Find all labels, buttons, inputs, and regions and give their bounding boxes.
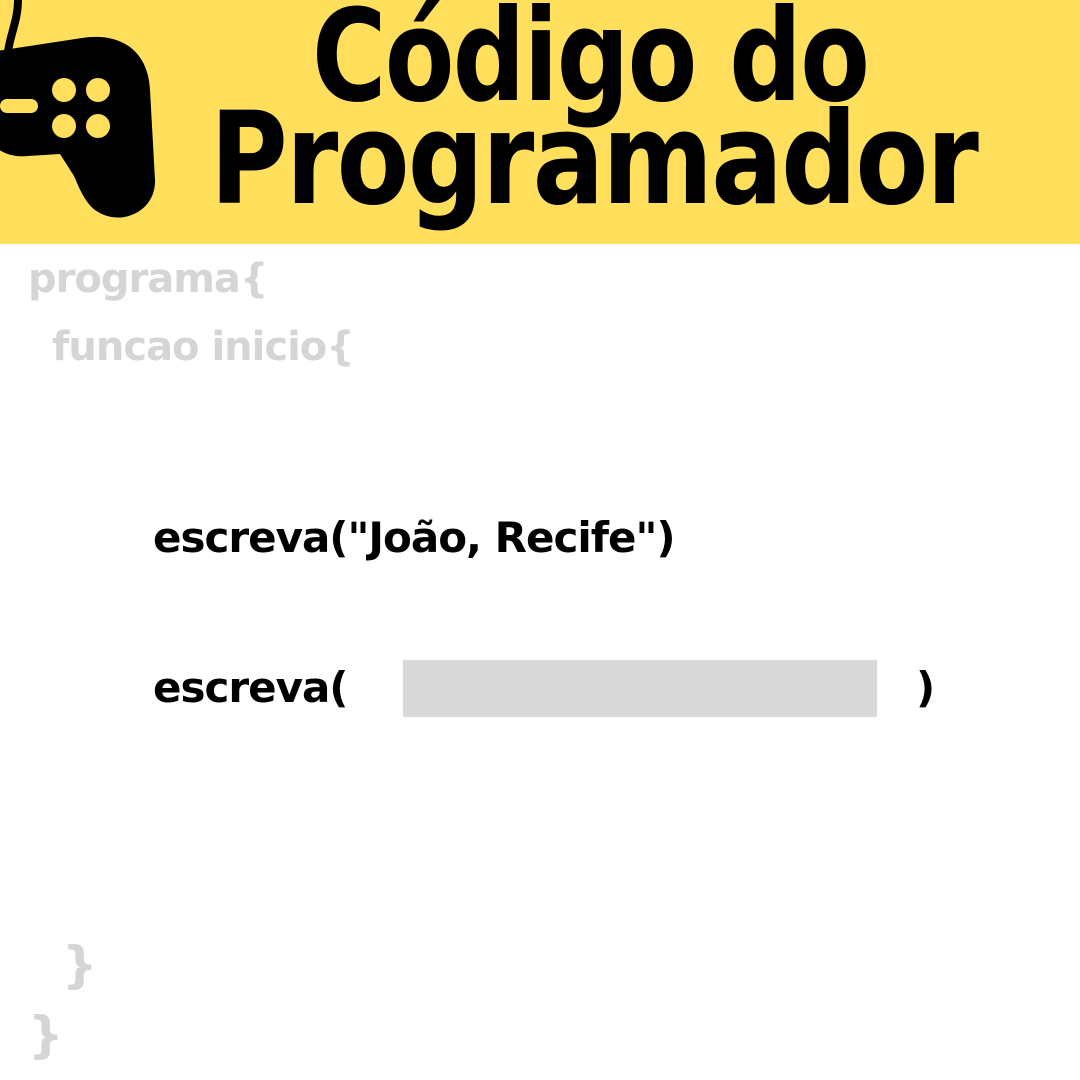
answer-blank[interactable] (403, 660, 877, 717)
gamepad-icon (0, 0, 156, 218)
code-funcao-line: funcao inicio{ (52, 324, 355, 370)
code-statement-2-open: escreva( (153, 663, 348, 712)
header-banner: Código do Programador (0, 0, 1080, 244)
code-statement-2-close: ) (916, 663, 935, 712)
code-close-funcao: } (62, 936, 98, 994)
page-title-line-2: Programador (210, 84, 979, 234)
code-programa-line: programa{ (28, 256, 268, 302)
code-statement-1: escreva("João, Recife") (153, 513, 676, 562)
code-close-programa: } (28, 1006, 64, 1064)
